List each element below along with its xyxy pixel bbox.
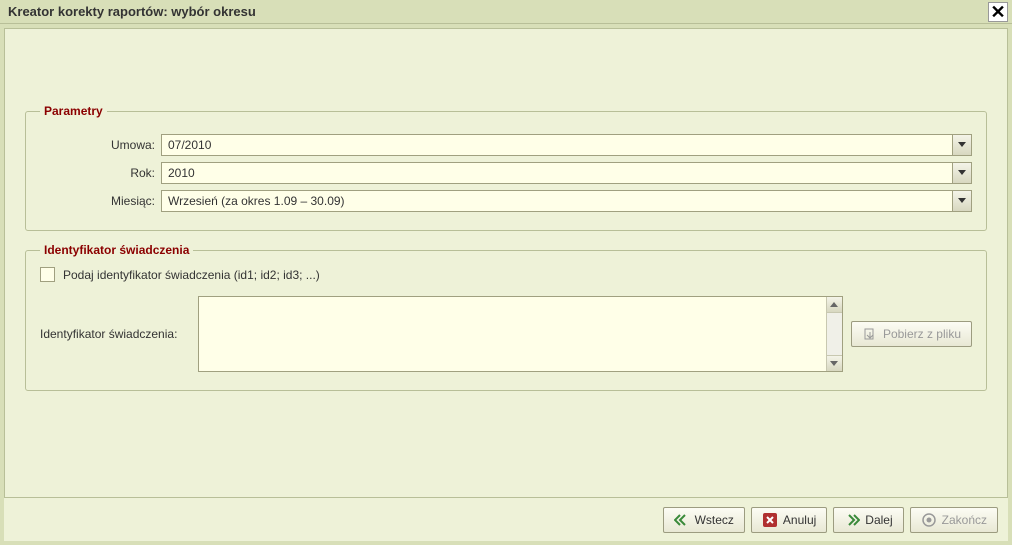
titlebar: Kreator korekty raportów: wybór okresu ✕ [0,0,1012,24]
identifier-label: Identyfikator świadczenia: [40,327,190,341]
next-icon [844,512,860,528]
identifier-textarea-wrap [198,296,843,372]
finish-button[interactable]: Zakończ [910,507,998,533]
row-umowa: Umowa: 07/2010 [40,134,972,156]
file-import-icon [862,326,878,342]
row-rok: Rok: 2010 [40,162,972,184]
textarea-scrollbar[interactable] [826,297,842,371]
window-title: Kreator korekty raportów: wybór okresu [8,4,256,19]
parameters-fieldset: Parametry Umowa: 07/2010 Rok: 2010 Miesi… [25,104,987,231]
miesiac-label: Miesiąc: [40,194,155,208]
identifier-textarea[interactable] [199,297,826,371]
row-miesiac: Miesiąc: Wrzesień (za okres 1.09 – 30.09… [40,190,972,212]
checkbox-label: Podaj identyfikator świadczenia (id1; id… [63,268,320,282]
finish-label: Zakończ [942,513,987,527]
scroll-down-icon [827,355,842,371]
identifier-row: Identyfikator świadczenia: Pobierz z pli… [40,296,972,372]
back-button[interactable]: Wstecz [663,507,745,533]
parameters-legend: Parametry [40,104,107,118]
finish-icon [921,512,937,528]
chevron-down-icon [952,190,972,212]
cancel-icon [762,512,778,528]
identifier-legend: Identyfikator świadczenia [40,243,193,257]
rok-value: 2010 [161,162,952,184]
cancel-button[interactable]: Anuluj [751,507,827,533]
miesiac-select[interactable]: Wrzesień (za okres 1.09 – 30.09) [161,190,972,212]
load-from-file-label: Pobierz z pliku [883,327,961,341]
chevron-down-icon [952,134,972,156]
scroll-up-icon [827,297,842,313]
identifier-fieldset: Identyfikator świadczenia Podaj identyfi… [25,243,987,391]
rok-label: Rok: [40,166,155,180]
next-button[interactable]: Dalej [833,507,903,533]
cancel-label: Anuluj [783,513,816,527]
umowa-label: Umowa: [40,138,155,152]
umowa-value: 07/2010 [161,134,952,156]
rok-select[interactable]: 2010 [161,162,972,184]
umowa-select[interactable]: 07/2010 [161,134,972,156]
close-icon: ✕ [990,3,1005,21]
chevron-down-icon [952,162,972,184]
load-from-file-button[interactable]: Pobierz z pliku [851,321,972,347]
content-panel: Parametry Umowa: 07/2010 Rok: 2010 Miesi… [4,28,1008,500]
identifier-checkbox[interactable] [40,267,55,282]
close-button[interactable]: ✕ [988,2,1008,22]
back-label: Wstecz [695,513,734,527]
checkbox-row: Podaj identyfikator świadczenia (id1; id… [40,267,972,282]
footer-buttons: Wstecz Anuluj Dalej Zakończ [4,497,1008,541]
miesiac-value: Wrzesień (za okres 1.09 – 30.09) [161,190,952,212]
next-label: Dalej [865,513,892,527]
back-icon [674,512,690,528]
